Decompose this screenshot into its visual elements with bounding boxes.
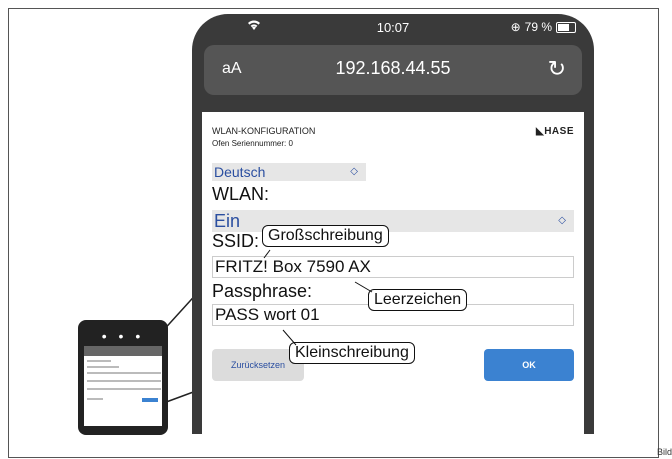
mini-line [87, 398, 103, 400]
mini-line [87, 366, 119, 368]
small-phone-screen [84, 346, 162, 426]
mini-line [87, 380, 161, 382]
small-phone-thumbnail: • • • [78, 320, 168, 435]
mini-address-bar [84, 346, 162, 356]
more-icon: • • • [101, 328, 145, 344]
mini-line [87, 360, 111, 362]
mini-line [87, 388, 161, 390]
mini-ok-button [142, 398, 158, 402]
mini-line [87, 372, 161, 374]
